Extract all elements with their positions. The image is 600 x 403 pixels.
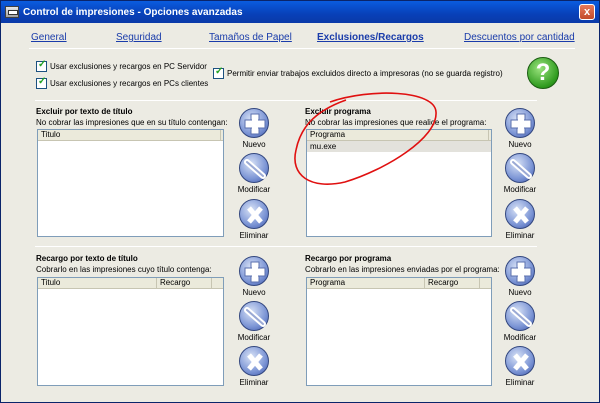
column-header-surcharge[interactable]: Recargo bbox=[425, 278, 480, 289]
delete-button[interactable]: Eliminar bbox=[500, 346, 540, 387]
surcharge-program-subtitle: Cobrarlo en las impresiones enviadas por… bbox=[305, 265, 500, 274]
tab-bar: General Seguridad Tamaños de Papel Exclu… bbox=[1, 32, 599, 46]
delete-button-label: Eliminar bbox=[505, 231, 535, 240]
new-button-label: Nuevo bbox=[242, 140, 266, 149]
x-icon bbox=[505, 346, 535, 376]
delete-button-label: Eliminar bbox=[239, 231, 269, 240]
plus-icon bbox=[239, 256, 269, 286]
new-button-label: Nuevo bbox=[242, 288, 266, 297]
exclude-title-subtitle: No cobrar las impresiones que en su títu… bbox=[36, 118, 228, 127]
tab-quantity-discounts[interactable]: Descuentos por cantidad bbox=[464, 32, 575, 43]
new-button-label: Nuevo bbox=[508, 140, 532, 149]
printer-icon bbox=[5, 6, 19, 18]
plus-icon bbox=[239, 108, 269, 138]
x-icon bbox=[505, 199, 535, 229]
window-title: Control de impresiones - Opciones avanza… bbox=[23, 6, 243, 18]
top-separator bbox=[35, 100, 537, 101]
new-button[interactable]: Nuevo bbox=[234, 256, 274, 297]
list-header: Programa Recargo bbox=[307, 278, 491, 289]
exclude-title-list[interactable]: Titulo bbox=[37, 129, 224, 237]
direct-print-checkbox[interactable]: Permitir enviar trabajos excluidos direc… bbox=[213, 66, 503, 79]
server-checkbox-label: Usar exclusiones y recargos en PC Servid… bbox=[50, 62, 207, 71]
checkbox-checked-icon[interactable] bbox=[36, 76, 47, 89]
list-header: Titulo Recargo bbox=[38, 278, 223, 289]
pencil-icon bbox=[505, 301, 535, 331]
plus-icon bbox=[505, 108, 535, 138]
modify-button-label: Modificar bbox=[237, 185, 271, 194]
column-header-title[interactable]: Titulo bbox=[38, 130, 221, 141]
delete-button[interactable]: Eliminar bbox=[234, 346, 274, 387]
tabs-divider bbox=[29, 48, 575, 49]
modify-button[interactable]: Modificar bbox=[234, 301, 274, 342]
list-header: Titulo bbox=[38, 130, 223, 141]
surcharge-title-subtitle: Cobrarlo en las impresiones cuyo título … bbox=[36, 265, 212, 274]
exclude-program-subtitle: No cobrar las impresiones que realice el… bbox=[305, 118, 487, 127]
clients-checkbox-label: Usar exclusiones y recargos en PCs clien… bbox=[50, 79, 209, 88]
modify-button-label: Modificar bbox=[237, 333, 271, 342]
tab-security[interactable]: Seguridad bbox=[116, 32, 162, 43]
x-icon bbox=[239, 199, 269, 229]
modify-button[interactable]: Modificar bbox=[234, 153, 274, 194]
new-button[interactable]: Nuevo bbox=[500, 256, 540, 297]
plus-icon bbox=[505, 256, 535, 286]
modify-button-label: Modificar bbox=[503, 185, 537, 194]
column-header-program[interactable]: Programa bbox=[307, 278, 425, 289]
x-icon bbox=[239, 346, 269, 376]
exclude-program-heading: Excluir programa bbox=[305, 107, 371, 116]
new-button[interactable]: Nuevo bbox=[500, 108, 540, 149]
direct-print-checkbox-label: Permitir enviar trabajos excluidos direc… bbox=[227, 69, 503, 78]
pencil-icon bbox=[239, 301, 269, 331]
tab-paper-sizes[interactable]: Tamaños de Papel bbox=[209, 32, 292, 43]
surcharge-title-heading: Recargo por texto de título bbox=[36, 254, 138, 263]
surcharge-program-heading: Recargo por programa bbox=[305, 254, 392, 263]
delete-button[interactable]: Eliminar bbox=[500, 199, 540, 240]
modify-button-label: Modificar bbox=[503, 333, 537, 342]
options-window: Control de impresiones - Opciones avanza… bbox=[0, 0, 600, 403]
surcharge-program-list[interactable]: Programa Recargo bbox=[306, 277, 492, 386]
title-bar[interactable]: Control de impresiones - Opciones avanza… bbox=[1, 1, 599, 23]
help-button[interactable]: ? bbox=[527, 57, 559, 89]
modify-button[interactable]: Modificar bbox=[500, 153, 540, 194]
clients-checkbox[interactable]: Usar exclusiones y recargos en PCs clien… bbox=[36, 76, 209, 89]
column-header-program[interactable]: Programa bbox=[307, 130, 489, 141]
column-header-title[interactable]: Titulo bbox=[38, 278, 157, 289]
server-checkbox[interactable]: Usar exclusiones y recargos en PC Servid… bbox=[36, 59, 207, 72]
modify-button[interactable]: Modificar bbox=[500, 301, 540, 342]
pencil-icon bbox=[505, 153, 535, 183]
list-header: Programa bbox=[307, 130, 491, 141]
tab-general[interactable]: General bbox=[31, 32, 67, 43]
new-button[interactable]: Nuevo bbox=[234, 108, 274, 149]
exclude-title-heading: Excluir por texto de título bbox=[36, 107, 133, 116]
checkbox-checked-icon[interactable] bbox=[213, 66, 224, 79]
column-header-surcharge[interactable]: Recargo bbox=[157, 278, 212, 289]
delete-button-label: Eliminar bbox=[505, 378, 535, 387]
list-item[interactable]: mu.exe bbox=[307, 141, 491, 152]
middle-separator bbox=[35, 246, 537, 247]
tab-exclusions-surcharges[interactable]: Exclusiones/Recargos bbox=[317, 32, 424, 43]
delete-button[interactable]: Eliminar bbox=[234, 199, 274, 240]
pencil-icon bbox=[239, 153, 269, 183]
checkbox-checked-icon[interactable] bbox=[36, 59, 47, 72]
surcharge-title-list[interactable]: Titulo Recargo bbox=[37, 277, 224, 386]
new-button-label: Nuevo bbox=[508, 288, 532, 297]
exclude-program-list[interactable]: Programa mu.exe bbox=[306, 129, 492, 237]
close-button[interactable]: x bbox=[579, 4, 595, 20]
delete-button-label: Eliminar bbox=[239, 378, 269, 387]
